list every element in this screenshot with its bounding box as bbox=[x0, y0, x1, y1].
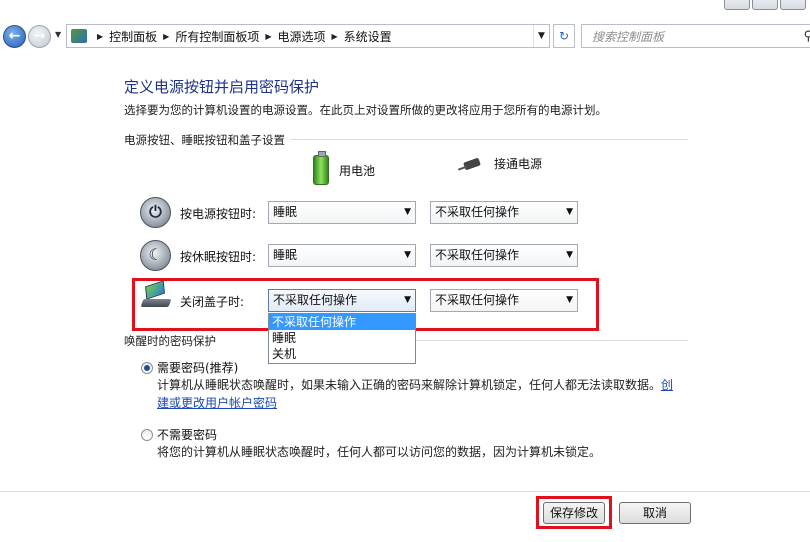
search-input[interactable]: 搜索控制面板 bbox=[592, 28, 803, 45]
chevron-right-icon[interactable]: ▶ bbox=[163, 32, 169, 41]
back-button[interactable]: ← bbox=[3, 25, 26, 48]
breadcrumb-system-settings[interactable]: 系统设置 bbox=[344, 28, 392, 45]
address-dropdown-icon[interactable]: ▼ bbox=[533, 25, 549, 47]
close-lid-battery-select[interactable]: 不采取任何操作 ▼ bbox=[268, 289, 416, 312]
forward-arrow-icon: → bbox=[33, 28, 46, 44]
column-label-battery: 用电池 bbox=[339, 163, 376, 178]
forward-button[interactable]: → bbox=[28, 25, 51, 48]
breadcrumb-all-items[interactable]: 所有控制面板项 bbox=[175, 28, 259, 45]
chevron-right-icon[interactable]: ▶ bbox=[332, 32, 338, 41]
chevron-down-icon: ▼ bbox=[404, 207, 411, 217]
section-divider bbox=[416, 340, 688, 341]
power-section-title: 电源按钮、睡眠按钮和盖子设置 bbox=[124, 132, 291, 148]
select-value: 睡眠 bbox=[273, 205, 298, 219]
no-password-desc: 将您的计算机从睡眠状态唤醒时，任何人都可以访问您的数据，因为计算机未锁定。 bbox=[157, 445, 602, 459]
password-section-title: 唤醒时的密码保护 bbox=[124, 334, 216, 348]
recent-pages-button[interactable]: ▼ bbox=[55, 30, 61, 39]
cancel-button[interactable]: 取消 bbox=[619, 502, 691, 524]
navigation-bar: ← → ▼ ▶ 控制面板 ▶ 所有控制面板项 ▶ 电源选项 ▶ 系统设置 ▼ ↻… bbox=[0, 22, 810, 50]
create-password-link[interactable]: 创 bbox=[661, 378, 673, 392]
require-password-label[interactable]: 需要密码(推荐) bbox=[157, 359, 238, 376]
column-plugged-in: 接通电源 bbox=[458, 155, 542, 172]
close-lid-plugged-select[interactable]: 不采取任何操作 ▼ bbox=[430, 289, 578, 312]
power-button-label: 按电源按钮时: bbox=[180, 207, 257, 221]
dropdown-option-shutdown[interactable]: 关机 bbox=[269, 346, 415, 362]
back-arrow-icon: ← bbox=[8, 28, 21, 44]
no-password-radio[interactable] bbox=[141, 429, 153, 441]
chevron-down-icon: ▼ bbox=[566, 207, 573, 217]
chevron-down-icon: ▼ bbox=[566, 250, 573, 260]
require-password-radio[interactable] bbox=[141, 362, 153, 374]
close-button[interactable] bbox=[780, 0, 806, 10]
page-title: 定义电源按钮并启用密码保护 bbox=[124, 78, 320, 96]
refresh-icon: ↻ bbox=[558, 29, 570, 43]
create-password-link[interactable]: 建或更改用户帐户密码 bbox=[157, 396, 277, 410]
window-controls bbox=[722, 0, 806, 10]
close-lid-label: 关闭盖子时: bbox=[180, 295, 245, 309]
power-button-battery-select[interactable]: 睡眠 ▼ bbox=[268, 201, 416, 224]
breadcrumb-control-panel[interactable]: 控制面板 bbox=[109, 28, 157, 45]
refresh-button[interactable]: ↻ bbox=[553, 24, 575, 48]
chevron-down-icon: ▼ bbox=[404, 250, 411, 260]
laptop-lid-icon bbox=[140, 280, 172, 309]
power-button-icon: ⏻ bbox=[140, 197, 171, 228]
maximize-button[interactable] bbox=[752, 0, 778, 10]
section-divider bbox=[290, 139, 688, 140]
require-password-desc: 计算机从睡眠状态唤醒时，如果未输入正确的密码来解除计算机锁定，任何人都无法读取数… bbox=[157, 378, 674, 410]
minimize-button[interactable] bbox=[724, 0, 750, 10]
page-description: 选择要为您的计算机设置的电源设置。在此页上对设置所做的更改将应用于您所有的电源计… bbox=[124, 103, 607, 117]
footer-divider bbox=[0, 491, 810, 492]
select-value: 不采取任何操作 bbox=[435, 205, 520, 219]
column-label-plugged: 接通电源 bbox=[494, 157, 543, 171]
battery-icon bbox=[313, 151, 329, 185]
no-password-label[interactable]: 不需要密码 bbox=[157, 426, 217, 443]
save-button[interactable]: 保存修改 bbox=[543, 502, 605, 524]
select-value: 不采取任何操作 bbox=[273, 293, 358, 307]
sleep-button-label: 按休眠按钮时: bbox=[180, 250, 257, 264]
close-lid-dropdown-list: 不采取任何操作 睡眠 关机 bbox=[268, 313, 416, 364]
chevron-down-icon: ▼ bbox=[566, 295, 573, 305]
chevron-right-icon[interactable]: ▶ bbox=[265, 32, 271, 41]
dropdown-option-do-nothing[interactable]: 不采取任何操作 bbox=[269, 314, 415, 330]
power-plug-icon bbox=[458, 157, 486, 171]
search-icon[interactable]: ⚲ bbox=[803, 29, 810, 44]
search-box[interactable]: 搜索控制面板 ⚲ bbox=[581, 24, 810, 48]
sleep-button-plugged-select[interactable]: 不采取任何操作 ▼ bbox=[430, 244, 578, 267]
address-bar[interactable]: ▶ 控制面板 ▶ 所有控制面板项 ▶ 电源选项 ▶ 系统设置 ▼ bbox=[66, 24, 550, 48]
control-panel-icon bbox=[71, 29, 87, 43]
select-value: 不采取任何操作 bbox=[435, 293, 520, 307]
select-value: 睡眠 bbox=[273, 248, 298, 262]
sleep-button-battery-select[interactable]: 睡眠 ▼ bbox=[268, 244, 416, 267]
dropdown-option-sleep[interactable]: 睡眠 bbox=[269, 330, 415, 346]
column-on-battery: 用电池 bbox=[313, 151, 376, 185]
breadcrumb-power-options[interactable]: 电源选项 bbox=[278, 28, 326, 45]
power-button-plugged-select[interactable]: 不采取任何操作 ▼ bbox=[430, 201, 578, 224]
chevron-down-icon: ▼ bbox=[404, 295, 411, 305]
chevron-right-icon[interactable]: ▶ bbox=[97, 32, 103, 41]
sleep-button-icon: ☾ bbox=[140, 240, 171, 271]
select-value: 不采取任何操作 bbox=[435, 248, 520, 262]
